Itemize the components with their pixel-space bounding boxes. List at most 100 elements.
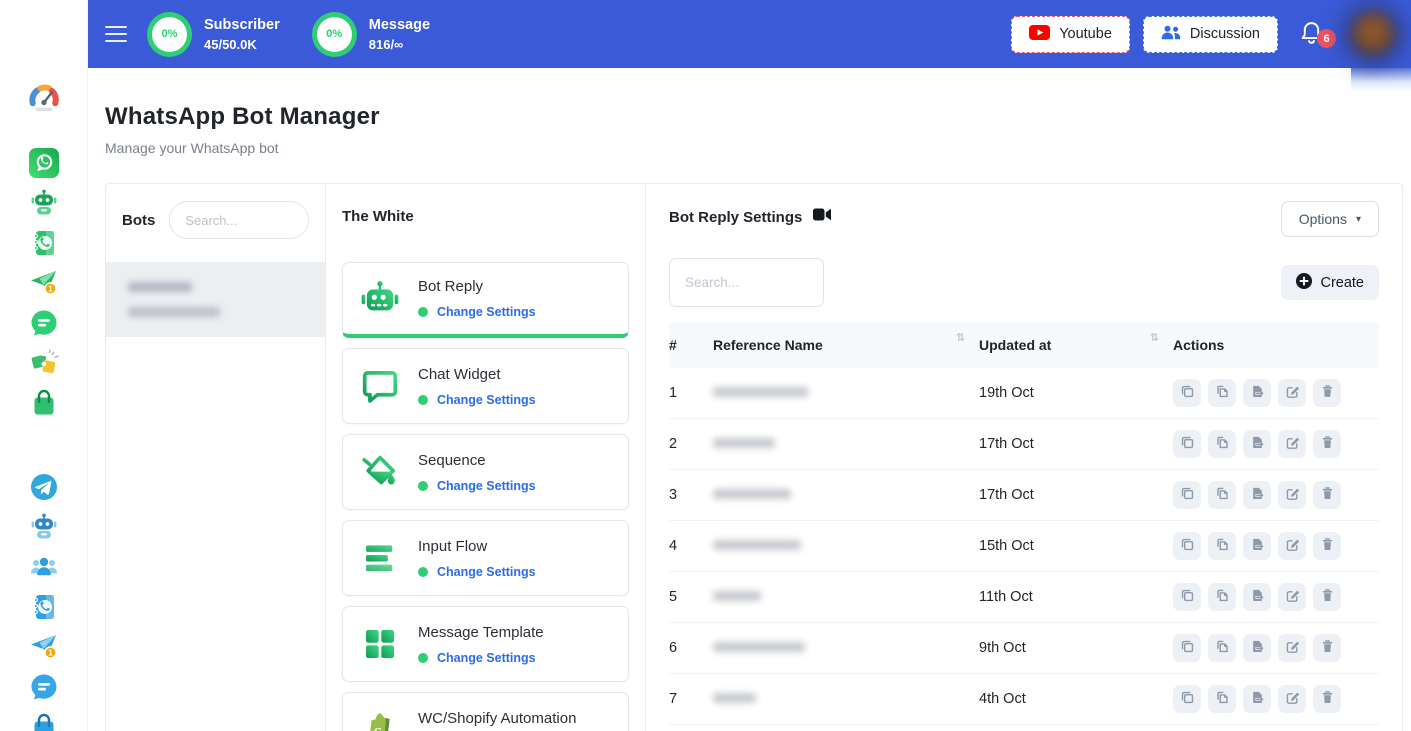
updated-at-cell: 11th Oct <box>979 589 1173 605</box>
copy-button[interactable] <box>1173 583 1201 611</box>
youtube-button[interactable]: Youtube <box>1011 16 1130 53</box>
sidebar-item-broadcast-green-icon[interactable]: 1 <box>29 268 59 298</box>
feature-card-shopify[interactable]: S WC/Shopify Automation Change Settings <box>342 692 629 731</box>
clone-button[interactable] <box>1208 430 1236 458</box>
export-icon <box>1250 384 1265 402</box>
clone-button[interactable] <box>1208 481 1236 509</box>
change-settings-link[interactable]: Change Settings <box>437 305 536 319</box>
sidebar-item-contacts-green-icon[interactable] <box>29 228 59 258</box>
video-tutorial-icon[interactable] <box>813 208 831 226</box>
feature-card-message-template[interactable]: Message Template Change Settings <box>342 606 629 682</box>
copy-button[interactable] <box>1173 634 1201 662</box>
bot-list-item-selected[interactable] <box>106 262 325 337</box>
delete-button[interactable] <box>1313 430 1341 458</box>
export-button[interactable] <box>1243 532 1271 560</box>
discussion-button[interactable]: Discussion <box>1143 16 1278 53</box>
delete-button[interactable] <box>1313 685 1341 713</box>
sidebar-item-integrations-icon[interactable] <box>29 348 59 378</box>
delete-button[interactable] <box>1313 583 1341 611</box>
export-button[interactable] <box>1243 379 1271 407</box>
change-settings-link[interactable]: Change Settings <box>437 651 536 665</box>
delete-button[interactable] <box>1313 481 1341 509</box>
change-settings-link[interactable]: Change Settings <box>437 565 536 579</box>
feature-card-sequence[interactable]: Sequence Change Settings <box>342 434 629 510</box>
edit-button[interactable] <box>1278 685 1306 713</box>
copy-button[interactable] <box>1173 532 1201 560</box>
sidebar-item-group-blue-icon[interactable] <box>29 552 59 582</box>
sidebar-item-broadcast-blue-icon[interactable]: 1 <box>29 632 59 662</box>
table-row: 1 19th Oct <box>669 368 1379 419</box>
delete-icon <box>1320 690 1335 708</box>
edit-button[interactable] <box>1278 430 1306 458</box>
sidebar-item-chat-green-icon[interactable] <box>29 308 59 338</box>
feature-card-list: Bot Reply Change Settings Chat Widget Ch… <box>342 262 629 731</box>
notifications-button[interactable]: 6 <box>1300 20 1323 48</box>
copy-button[interactable] <box>1173 430 1201 458</box>
sidebar-item-telegram-icon[interactable] <box>29 472 59 502</box>
feature-card-bot-reply[interactable]: Bot Reply Change Settings <box>342 262 629 338</box>
updated-at-cell: 17th Oct <box>979 436 1173 452</box>
change-settings-link[interactable]: Change Settings <box>437 393 536 407</box>
settings-search-input[interactable] <box>669 258 824 307</box>
chevron-down-icon: ▾ <box>1356 214 1361 225</box>
svg-text:S: S <box>373 725 381 731</box>
sidebar-item-robot-blue-icon[interactable] <box>29 512 59 542</box>
delete-icon <box>1320 537 1335 555</box>
feature-card-chat-widget[interactable]: Chat Widget Change Settings <box>342 348 629 424</box>
reference-name-redacted <box>713 591 761 601</box>
export-icon <box>1250 639 1265 657</box>
avatar-blur-bleed <box>1351 68 1411 92</box>
sidebar-item-contacts-blue-icon[interactable] <box>29 592 59 622</box>
export-button[interactable] <box>1243 481 1271 509</box>
export-button[interactable] <box>1243 430 1271 458</box>
feature-title: Chat Widget <box>418 366 536 383</box>
copy-button[interactable] <box>1173 685 1201 713</box>
delete-button[interactable] <box>1313 532 1341 560</box>
delete-icon <box>1320 486 1335 504</box>
export-button[interactable] <box>1243 634 1271 662</box>
create-button[interactable]: Create <box>1281 265 1379 300</box>
edit-button[interactable] <box>1278 634 1306 662</box>
sidebar-item-shop-green-icon[interactable] <box>29 388 59 418</box>
bots-search-input[interactable] <box>169 201 309 239</box>
clone-button[interactable] <box>1208 583 1236 611</box>
sidebar-item-chat-blue-icon[interactable] <box>29 672 59 702</box>
export-button[interactable] <box>1243 685 1271 713</box>
feature-title: Sequence <box>418 452 536 469</box>
sort-icon-reference-name[interactable]: ⇅ <box>956 331 965 344</box>
table-row: 2 17th Oct <box>669 419 1379 470</box>
edit-button[interactable] <box>1278 481 1306 509</box>
sidebar-item-whatsapp-icon[interactable] <box>29 148 59 178</box>
sidebar-item-shop-blue-icon[interactable] <box>29 712 59 731</box>
export-button[interactable] <box>1243 583 1271 611</box>
sidebar-item-dashboard-icon[interactable] <box>26 80 62 116</box>
delete-button[interactable] <box>1313 379 1341 407</box>
copy-button[interactable] <box>1173 379 1201 407</box>
options-dropdown-button[interactable]: Options ▾ <box>1281 201 1379 237</box>
reference-name-redacted <box>713 489 791 499</box>
bot-name-redacted <box>128 282 192 292</box>
edit-button[interactable] <box>1278 379 1306 407</box>
sidebar-item-robot-green-icon[interactable] <box>29 188 59 218</box>
clone-button[interactable] <box>1208 634 1236 662</box>
clone-button[interactable] <box>1208 532 1236 560</box>
export-icon <box>1250 588 1265 606</box>
change-settings-link[interactable]: Change Settings <box>437 479 536 493</box>
clone-button[interactable] <box>1208 685 1236 713</box>
edit-button[interactable] <box>1278 532 1306 560</box>
row-index: 4 <box>669 538 713 554</box>
clone-button[interactable] <box>1208 379 1236 407</box>
avatar[interactable] <box>1351 12 1395 56</box>
sort-icon-updated-at[interactable]: ⇅ <box>1150 331 1159 344</box>
row-actions <box>1173 583 1379 611</box>
selected-bot-title: The White <box>342 208 629 225</box>
row-index: 2 <box>669 436 713 452</box>
feature-card-input-flow[interactable]: Input Flow Change Settings <box>342 520 629 596</box>
delete-button[interactable] <box>1313 634 1341 662</box>
col-header-updated-at: Updated at <box>979 337 1051 353</box>
menu-toggle-button[interactable] <box>105 26 127 42</box>
row-index: 5 <box>669 589 713 605</box>
copy-icon <box>1180 639 1195 657</box>
edit-button[interactable] <box>1278 583 1306 611</box>
copy-button[interactable] <box>1173 481 1201 509</box>
